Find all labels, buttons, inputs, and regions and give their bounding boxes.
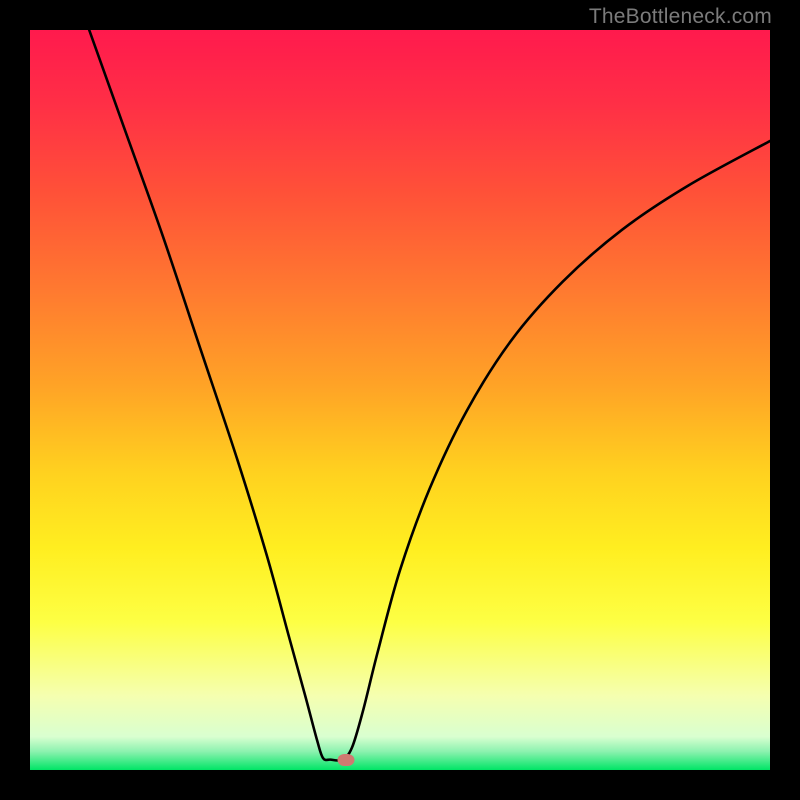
optimum-marker [337,754,354,766]
chart-frame: TheBottleneck.com [0,0,800,800]
watermark-label: TheBottleneck.com [589,5,772,29]
bottleneck-curve [30,30,770,770]
plot-area [30,30,770,770]
